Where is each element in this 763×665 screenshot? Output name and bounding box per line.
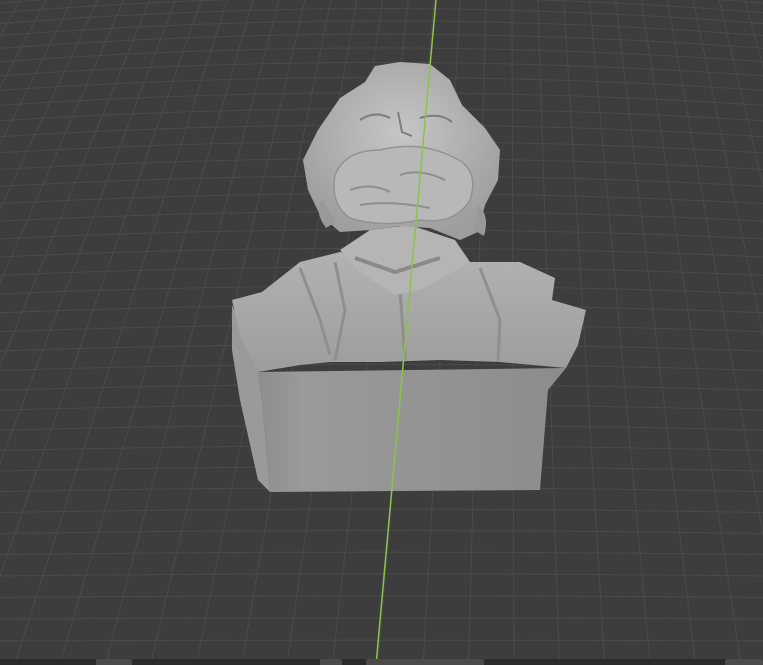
grid-line-horizontal — [0, 363, 763, 372]
grid-line-horizontal — [0, 573, 763, 577]
bottom-tab-3[interactable] — [366, 659, 484, 665]
grid-line-vertical — [640, 0, 742, 665]
grid-line-horizontal — [0, 508, 763, 513]
grid-line-vertical — [0, 0, 151, 368]
grid-line-vertical — [0, 0, 73, 146]
grid-line-horizontal — [0, 8, 763, 25]
bottom-tab-1[interactable] — [96, 659, 132, 665]
grid-line-vertical — [0, 0, 6, 665]
bust-beard — [333, 145, 474, 225]
grid-line-vertical — [589, 0, 651, 665]
grid-line-vertical — [0, 0, 125, 284]
grid-line-horizontal — [0, 551, 763, 556]
grid-line-vertical — [718, 0, 763, 187]
grid-line-vertical — [666, 0, 763, 538]
grid-line-vertical — [0, 0, 21, 38]
grid-line-vertical — [0, 0, 47, 89]
bust-base-front — [258, 368, 566, 492]
3d-viewport[interactable] — [0, 0, 763, 665]
bottom-status-strip — [0, 659, 763, 665]
viewport-scene[interactable] — [0, 0, 763, 665]
bottom-tab-4[interactable] — [725, 659, 763, 665]
grid-line-horizontal — [0, 639, 763, 642]
grid-line-horizontal — [0, 20, 763, 37]
grid-line-vertical — [13, 0, 228, 665]
grid-line-horizontal — [0, 530, 763, 534]
bottom-tab-2[interactable] — [320, 659, 342, 665]
